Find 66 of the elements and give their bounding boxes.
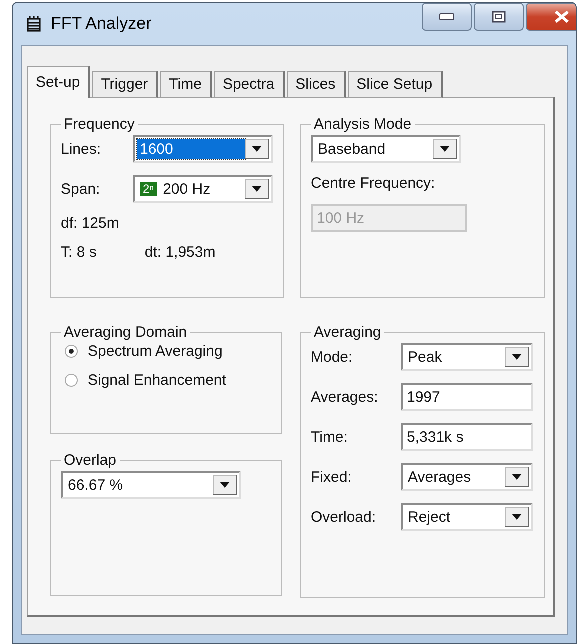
group-title: Overlap (63, 452, 118, 469)
field-label: Time: (311, 428, 349, 446)
field-label: Lines: (61, 140, 102, 158)
dropdown-arrow-button[interactable] (505, 347, 529, 367)
dropdown-value: Peak (408, 348, 442, 366)
radio-option[interactable]: Signal Enhancement (65, 372, 271, 389)
caret-icon (220, 482, 230, 488)
caret-icon (252, 146, 262, 152)
dt-readout: dt: 1,953m (144, 244, 216, 261)
analysis-mode-dropdown[interactable]: Baseband (311, 135, 461, 163)
group-title: Averaging (313, 324, 382, 341)
lines-dropdown[interactable]: 1600 (133, 135, 273, 163)
window-title: FFT Analyzer (51, 14, 152, 34)
dropdown-arrow-button[interactable] (433, 139, 457, 159)
dropdown-arrow-button[interactable] (505, 467, 529, 487)
tab[interactable]: Time (160, 71, 212, 98)
input-field[interactable]: 5,331k s (401, 423, 533, 451)
caret-icon (512, 514, 522, 520)
group-title: Averaging Domain (63, 324, 188, 341)
dropdown[interactable]: Peak (401, 343, 533, 371)
radio-label: Spectrum Averaging (88, 343, 223, 360)
tab[interactable]: Set-up (27, 66, 90, 98)
close-icon (554, 10, 570, 24)
input-field[interactable]: 1997 (401, 383, 533, 411)
dropdown-arrow-button[interactable] (213, 475, 237, 495)
dropdown-arrow-button[interactable] (245, 179, 269, 199)
group-title: Analysis Mode (313, 116, 413, 133)
dropdown-value: Averages (408, 468, 472, 486)
dropdown-arrow-button[interactable] (505, 507, 529, 527)
field-label: Overload: (311, 508, 378, 526)
dropdown[interactable]: Averages (401, 463, 533, 491)
radio-label: Signal Enhancement (88, 372, 226, 389)
overlap-dropdown[interactable]: 66.67 % (61, 471, 241, 499)
minimize-button[interactable] (422, 3, 472, 31)
group-title: Frequency (63, 116, 136, 133)
maximize-icon (492, 11, 506, 23)
caret-icon (440, 146, 450, 152)
field-label: Span: (61, 180, 102, 198)
radio-button[interactable] (65, 374, 78, 387)
dropdown-arrow-button[interactable] (245, 139, 269, 159)
tab[interactable]: Spectra (214, 71, 285, 98)
dropdown[interactable]: Reject (401, 503, 533, 531)
radio-option[interactable]: Spectrum Averaging (65, 343, 271, 360)
tab[interactable]: Slices (286, 71, 346, 98)
caret-icon (252, 186, 262, 192)
minimize-icon (439, 13, 455, 21)
maximize-button[interactable] (474, 3, 524, 31)
dropdown-value: 66.67 % (68, 476, 124, 494)
tab[interactable]: Trigger (92, 71, 158, 98)
field-label: Fixed: (311, 468, 353, 486)
caret-icon (512, 474, 522, 480)
t-readout: T: 8 s (61, 244, 97, 261)
field-label: Averages: (311, 388, 380, 406)
field-label: Centre Frequency: (311, 175, 436, 192)
dropdown-value: Baseband (318, 140, 386, 158)
span-dropdown[interactable]: 2ⁿ 200 Hz (133, 175, 273, 203)
df-readout: df: 125m (61, 215, 120, 232)
radio-button[interactable] (65, 345, 78, 358)
field-label: Mode: (311, 348, 354, 366)
dropdown-value: 1600 (140, 140, 174, 158)
app-icon (25, 15, 43, 33)
dropdown-value: Reject (408, 508, 451, 526)
caret-icon (512, 354, 522, 360)
dropdown-value: 200 Hz (163, 180, 211, 198)
tab[interactable]: Slice Setup (348, 71, 443, 98)
power-badge: 2ⁿ (140, 182, 158, 196)
